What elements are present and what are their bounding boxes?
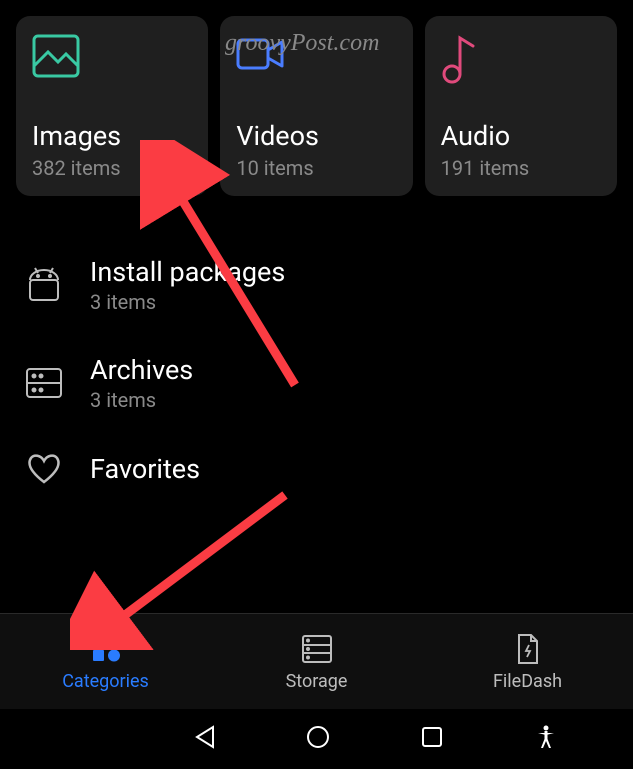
nav-storage-label: Storage <box>286 671 348 692</box>
images-card[interactable]: Images 382 items <box>16 16 208 196</box>
videos-card[interactable]: Videos 10 items <box>220 16 412 196</box>
audio-title: Audio <box>441 120 601 152</box>
android-system-nav <box>0 709 633 769</box>
accessibility-button[interactable] <box>533 724 559 754</box>
heart-icon <box>24 452 64 486</box>
recent-button[interactable] <box>419 724 445 754</box>
category-cards: Images 382 items Videos 10 items Audio 1 <box>16 16 617 196</box>
audio-card[interactable]: Audio 191 items <box>425 16 617 196</box>
images-title: Images <box>32 120 192 152</box>
install-packages-count: 3 items <box>90 290 285 314</box>
nav-categories[interactable]: Categories <box>0 614 211 709</box>
bottom-nav: Categories Storage FileDash <box>0 613 633 709</box>
videos-icon <box>236 34 396 90</box>
images-icon <box>32 34 192 90</box>
favorites-title: Favorites <box>90 453 200 485</box>
nav-categories-label: Categories <box>62 671 149 692</box>
back-button[interactable] <box>192 724 218 754</box>
install-packages-title: Install packages <box>90 256 285 288</box>
list-text: Favorites <box>90 453 200 485</box>
archives-row[interactable]: Archives 3 items <box>16 334 617 432</box>
archives-count: 3 items <box>90 388 193 412</box>
videos-count: 10 items <box>236 156 396 180</box>
list-text: Archives 3 items <box>90 354 193 412</box>
archives-title: Archives <box>90 354 193 386</box>
nav-filedash[interactable]: FileDash <box>422 614 633 709</box>
audio-count: 191 items <box>441 156 601 180</box>
archives-icon <box>24 367 64 399</box>
list-text: Install packages 3 items <box>90 256 285 314</box>
images-count: 382 items <box>32 156 192 180</box>
audio-icon <box>441 34 601 90</box>
nav-storage[interactable]: Storage <box>211 614 422 709</box>
home-button[interactable] <box>305 724 331 754</box>
install-packages-row[interactable]: Install packages 3 items <box>16 236 617 334</box>
android-icon <box>24 266 64 304</box>
videos-title: Videos <box>236 120 396 152</box>
nav-filedash-label: FileDash <box>493 671 562 692</box>
favorites-row[interactable]: Favorites <box>16 432 617 506</box>
main-content: Images 382 items Videos 10 items Audio 1 <box>0 0 633 506</box>
